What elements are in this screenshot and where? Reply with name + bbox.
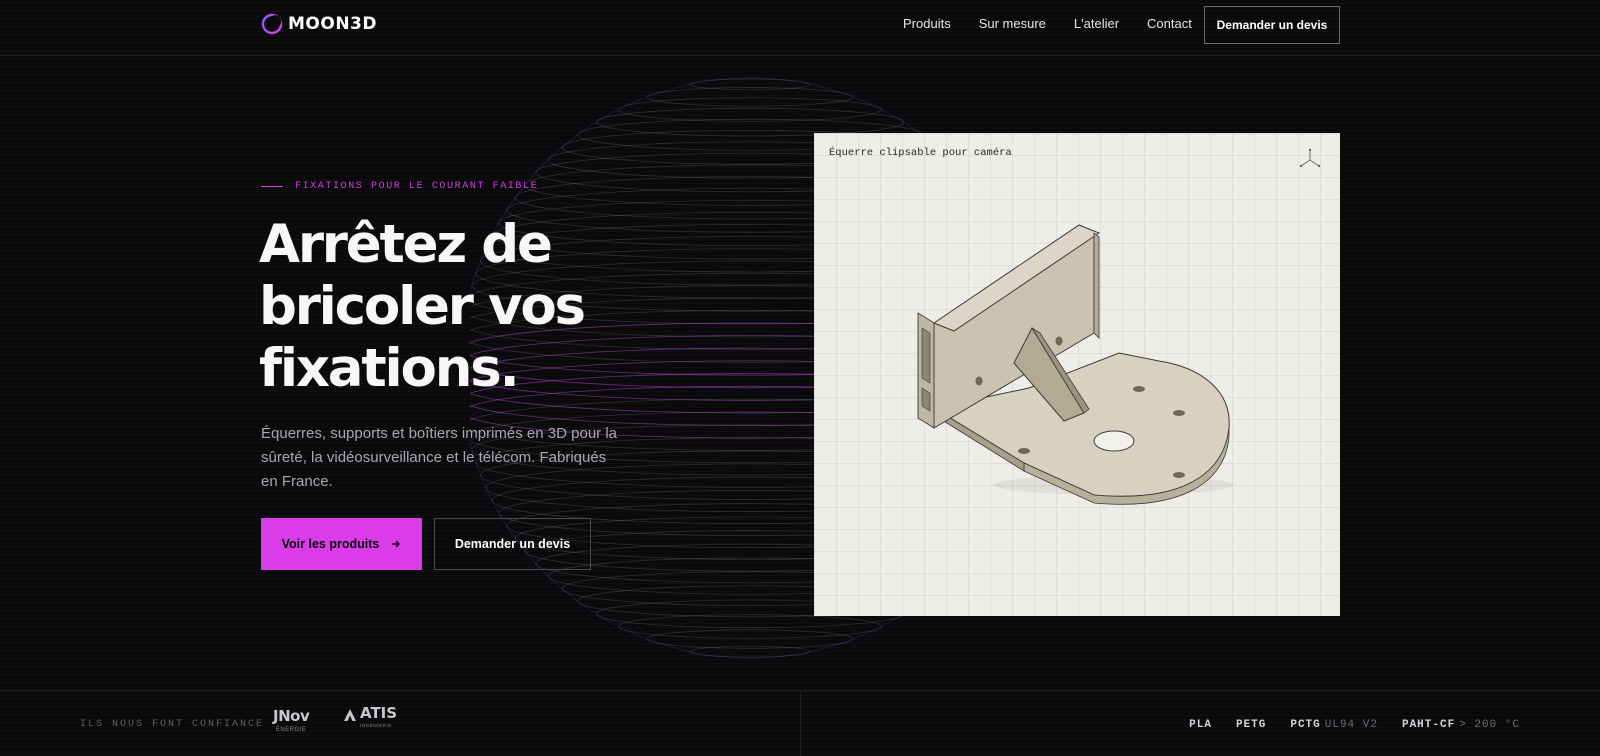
brand-name: MOON3D — [288, 14, 377, 34]
partner-logo-atis: ATIS INGÉNIERIE — [343, 706, 397, 729]
logo[interactable]: MOON3D — [261, 13, 377, 35]
partner-name-jnov: JNov — [273, 707, 310, 725]
moon-logo-icon — [261, 13, 283, 35]
eyebrow-line — [261, 186, 283, 187]
hero-eyebrow: FIXATIONS POUR LE COURANT FAIBLE — [261, 181, 538, 192]
product-preview-card[interactable]: Équerre clipsable pour caméra — [814, 133, 1340, 616]
trust-label: ILS NOUS FONT CONFIANCE — [80, 719, 265, 730]
material-item: PLA — [1189, 719, 1212, 731]
material-item: PAHT-CF > 200 °C — [1401, 719, 1520, 731]
sphere-ring — [595, 107, 905, 137]
view-products-button[interactable]: Voir les produits — [261, 518, 422, 570]
nav-link-produits[interactable]: Produits — [903, 16, 951, 31]
top-nav: MOON3D Produits Sur mesure L'atelier Con… — [0, 0, 1600, 56]
axis-gizmo-icon[interactable] — [1298, 147, 1322, 171]
materials-list: PLA PETG PCTG UL94 V2 PAHT-CF > 200 °C — [1189, 719, 1520, 731]
request-quote-button[interactable]: Demander un devis — [434, 518, 591, 570]
nav-link-sur-mesure[interactable]: Sur mesure — [979, 16, 1046, 31]
partner-logo-jnov: JNov ÉNERGIE — [273, 707, 310, 734]
sphere-ring — [646, 87, 854, 107]
hero-subtext: Équerres, supports et boîtiers imprimés … — [261, 425, 617, 490]
bracket-3d-model — [917, 224, 1234, 505]
product-name-label: Équerre clipsable pour caméra — [829, 147, 1012, 159]
arrow-right-icon — [392, 540, 401, 548]
partner-sub-atis: INGÉNIERIE — [360, 723, 393, 728]
nav-links: Produits Sur mesure L'atelier Contact — [903, 16, 1192, 31]
sphere-ring — [689, 78, 811, 91]
page: MOON3D Produits Sur mesure L'atelier Con… — [0, 0, 1600, 756]
material-item: PETG — [1235, 719, 1267, 731]
hero-headline: Arrêtez de bricoler vos fixations. — [259, 214, 586, 399]
partner-sub-jnov: ÉNERGIE — [275, 727, 307, 733]
nav-quote-button[interactable]: Demander un devis — [1204, 6, 1340, 44]
nav-link-atelier[interactable]: L'atelier — [1074, 16, 1119, 31]
eyebrow-text: FIXATIONS POUR LE COURANT FAIBLE — [295, 181, 539, 192]
material-item: PCTG UL94 V2 — [1290, 719, 1378, 731]
trust-strip: ILS NOUS FONT CONFIANCE JNov ÉNERGIE ATI… — [0, 690, 1600, 756]
strip-divider — [800, 691, 801, 756]
atis-text: ATIS INGÉNIERIE — [360, 706, 397, 729]
nav-link-contact[interactable]: Contact — [1147, 16, 1192, 31]
sphere-ring — [618, 97, 882, 122]
view-products-label: Voir les produits — [281, 537, 380, 551]
partner-name-atis: ATIS — [360, 704, 398, 722]
sphere-ring — [646, 629, 854, 649]
atis-triangle-icon — [344, 709, 356, 721]
sphere-ring — [689, 645, 811, 658]
sphere-ring — [618, 614, 882, 639]
